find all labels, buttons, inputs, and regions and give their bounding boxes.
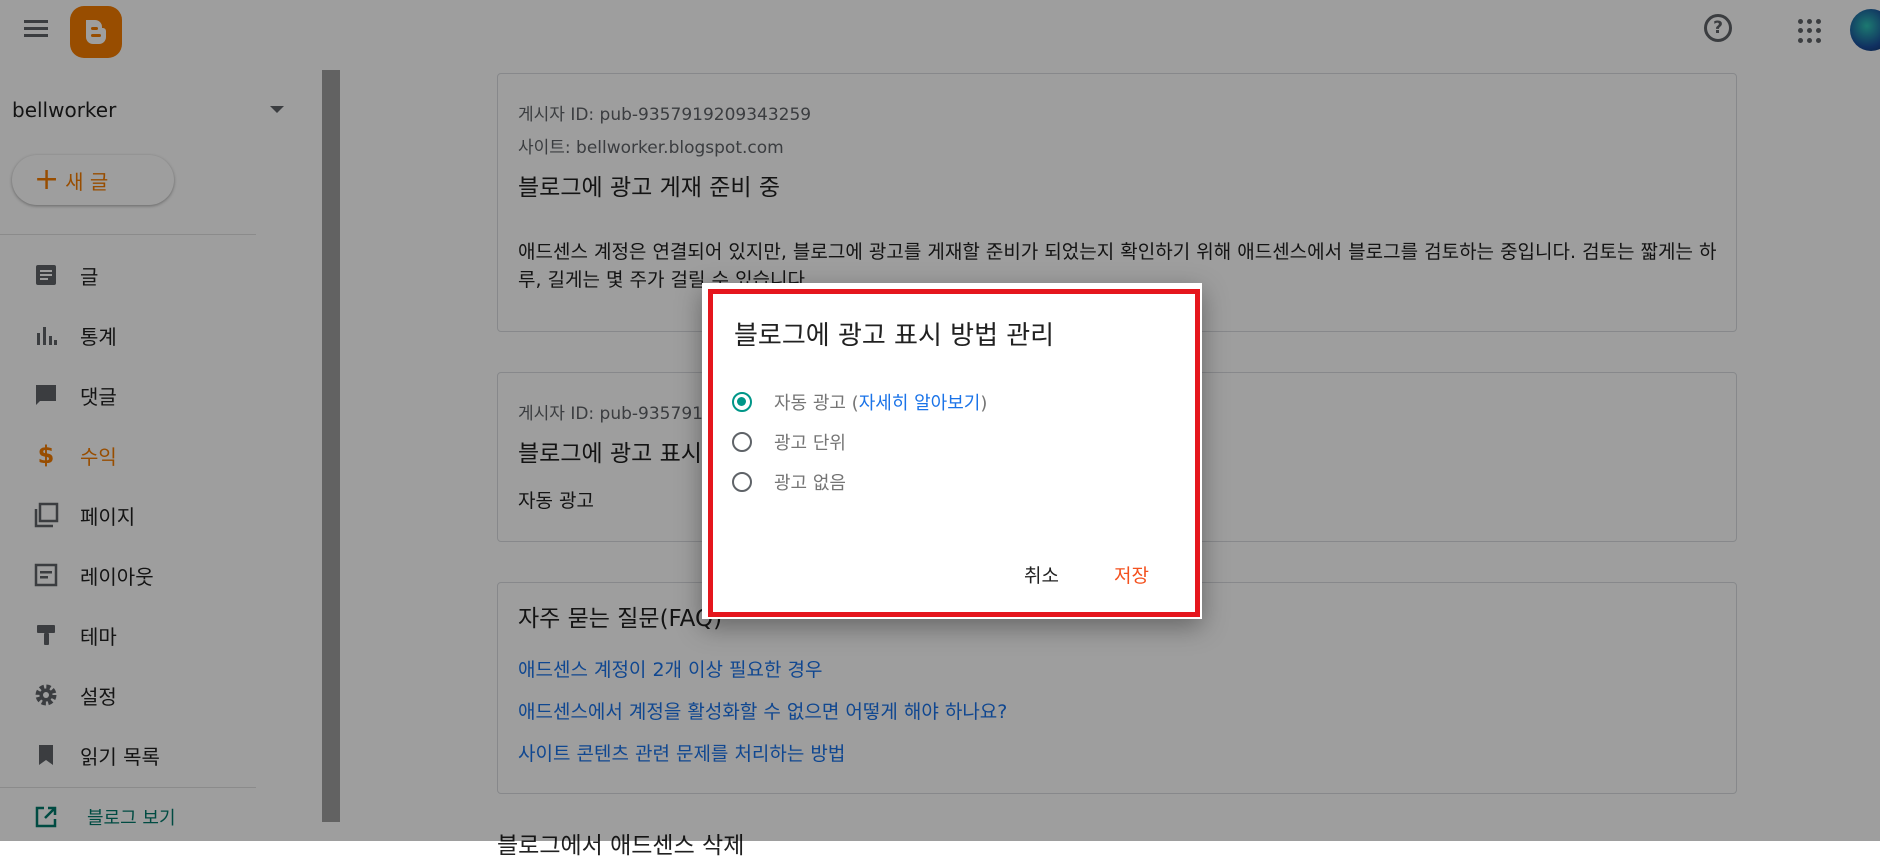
radio-label: 자동 광고 (자세히 알아보기) — [774, 393, 988, 414]
save-button[interactable]: 저장 — [1114, 561, 1149, 588]
radio-label: 광고 없음 — [774, 473, 846, 494]
radio-checked-icon[interactable] — [732, 392, 752, 412]
cancel-button[interactable]: 취소 — [1024, 561, 1059, 588]
radio-no-ads[interactable]: 광고 없음 — [732, 467, 846, 497]
radio-label: 광고 단위 — [774, 433, 846, 454]
radio-auto-ads[interactable]: 자동 광고 (자세히 알아보기) — [732, 387, 987, 417]
radio-unchecked-icon[interactable] — [732, 432, 752, 452]
ad-display-dialog: 블로그에 광고 표시 방법 관리 자동 광고 (자세히 알아보기) 광고 단위 … — [702, 283, 1202, 619]
radio-ad-units[interactable]: 광고 단위 — [732, 427, 846, 457]
dialog-title: 블로그에 광고 표시 방법 관리 — [734, 321, 1055, 351]
learn-more-link[interactable]: 자세히 알아보기 — [859, 393, 981, 414]
radio-unchecked-icon[interactable] — [732, 472, 752, 492]
